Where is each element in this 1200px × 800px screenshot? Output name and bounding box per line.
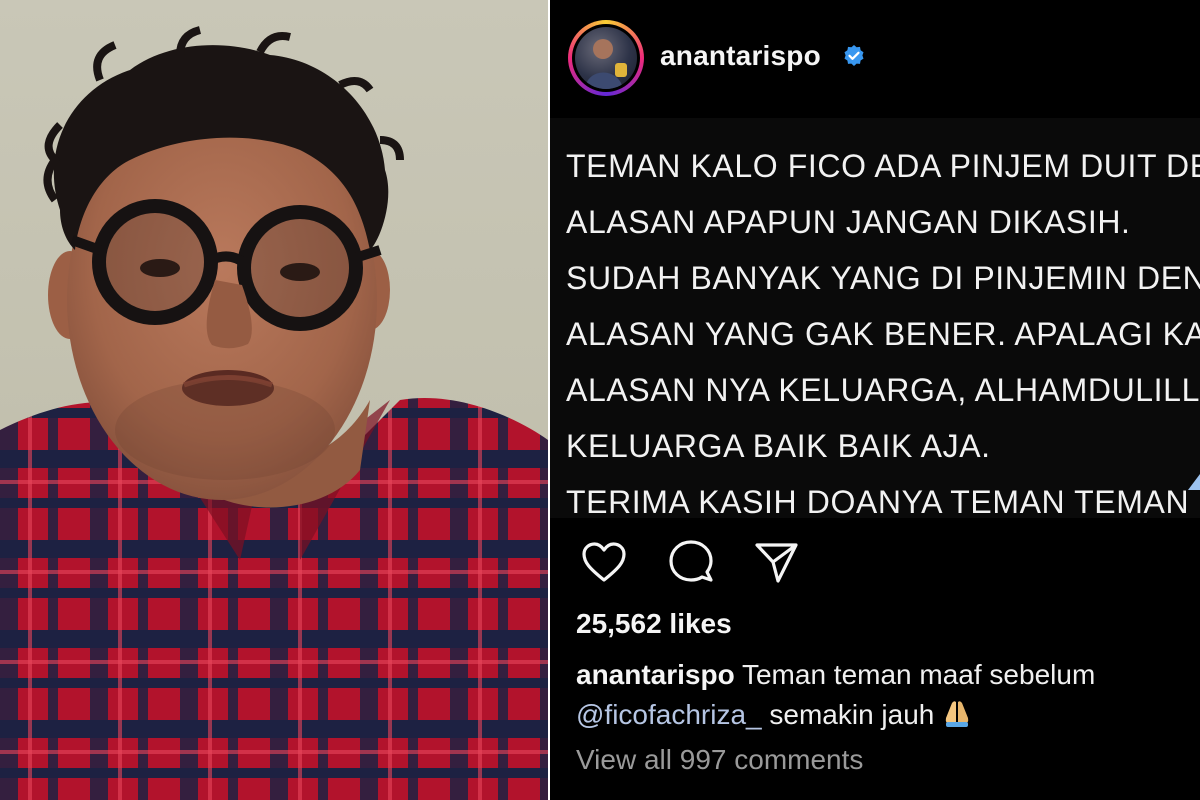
image-text-line: ALASAN NYA KELUARGA, ALHAMDULILLA xyxy=(566,372,1200,408)
caption-username[interactable]: anantarispo xyxy=(576,659,735,690)
avatar-photo xyxy=(575,27,637,89)
image-text-line: SUDAH BANYAK YANG DI PINJEMIN DENG xyxy=(566,260,1200,296)
image-text: TEMAN KALO FICO ADA PINJEM DUIT DEN ALAS… xyxy=(566,138,1200,530)
paper-plane-icon xyxy=(755,543,798,583)
username[interactable]: anantarispo xyxy=(660,40,821,72)
instagram-post: anantarispo TEMAN KALO FICO ADA PINJEM D… xyxy=(550,0,1200,800)
likes-count[interactable]: 25,562 likes xyxy=(576,608,732,640)
image-text-line: ALASAN APAPUN JANGAN DIKASIH. xyxy=(566,204,1131,240)
image-text-line: TEMAN KALO FICO ADA PINJEM DUIT DEN xyxy=(566,148,1200,184)
like-button[interactable] xyxy=(578,536,630,588)
post-actions xyxy=(550,536,1200,592)
comment-button[interactable] xyxy=(665,536,717,588)
folded-hands-icon xyxy=(945,701,969,727)
view-comments-link[interactable]: View all 997 comments xyxy=(576,744,863,776)
post-image: TEMAN KALO FICO ADA PINJEM DUIT DEN ALAS… xyxy=(550,118,1200,520)
person-video-image xyxy=(0,26,548,800)
caption-text: Teman teman maaf sebelum xyxy=(741,659,1096,690)
post-header: anantarispo xyxy=(550,0,1200,118)
profile-avatar[interactable] xyxy=(568,20,644,96)
folded-hands-icon xyxy=(1188,474,1200,490)
caption-mention[interactable]: @ficofachriza_ xyxy=(576,699,762,730)
video-frame xyxy=(0,0,548,800)
image-text-line: TERIMA KASIH DOANYA TEMAN TEMAN xyxy=(566,484,1190,520)
comment-bubble-icon xyxy=(669,540,713,582)
post-caption: anantarispo Teman teman maaf sebelum @fi… xyxy=(576,655,1186,735)
image-text-line: KELUARGA BAIK BAIK AJA. xyxy=(566,428,991,464)
heart-icon xyxy=(582,542,626,582)
image-text-line: ALASAN YANG GAK BENER. APALAGI KAL xyxy=(566,316,1200,352)
caption-text-2: semakin jauh xyxy=(769,699,935,730)
verified-badge-icon xyxy=(844,45,864,66)
share-button[interactable] xyxy=(750,536,802,588)
